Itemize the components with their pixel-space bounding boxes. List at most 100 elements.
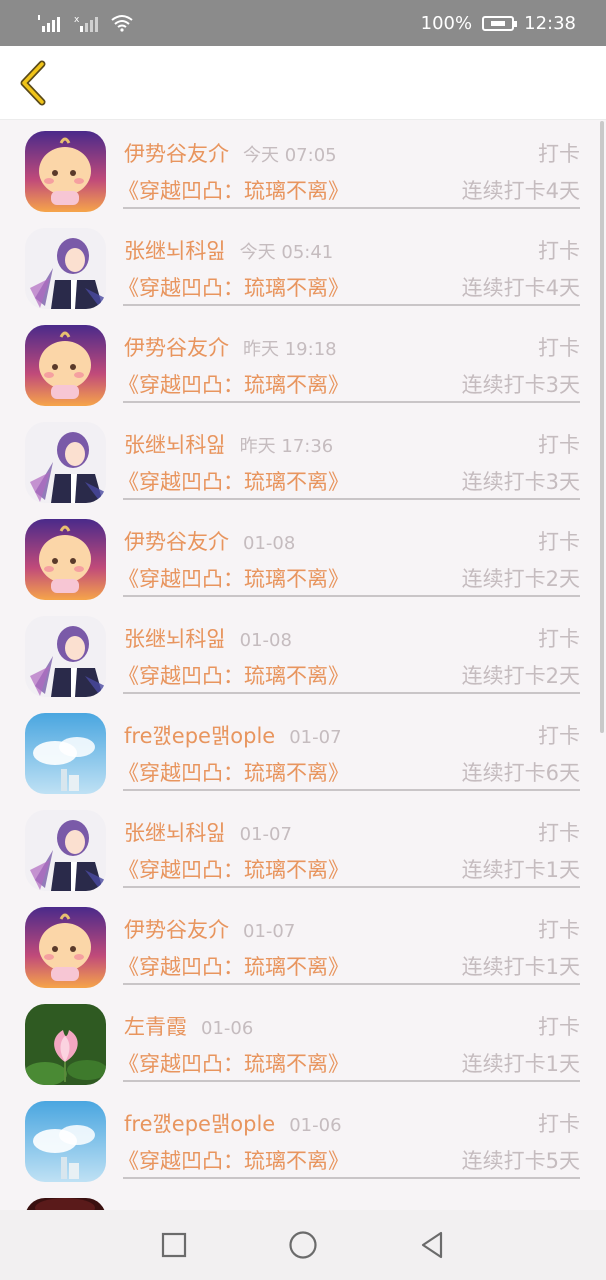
home-button[interactable] [283,1225,323,1265]
baby-avatar-icon [25,907,106,988]
wifi-icon [111,15,133,32]
back-arrow-icon[interactable] [14,58,54,108]
checkin-time: 01-06 [289,1115,342,1136]
lotus-avatar-icon [25,1004,106,1085]
square-icon [162,1232,187,1258]
checkin-label: 打卡 [538,336,580,360]
checkin-label: 打卡 [538,821,580,845]
recent-apps-button[interactable] [154,1225,194,1265]
streak-text: 连续打卡3天 [461,373,580,397]
anime-avatar-icon [25,422,106,503]
svg-text:x: x [74,15,80,25]
checkin-time: 01-06 [201,1018,254,1039]
dark-avatar-icon [25,1198,106,1210]
checkin-list[interactable]: 伊势谷友介 今天 07:05 打卡 《穿越凹凸：琉璃不离》 连续打卡4天 张继뇌科… [0,121,606,1210]
scrollbar[interactable] [600,121,604,733]
list-item[interactable]: 伊势谷友介 今天 07:05 打卡 《穿越凹凸：琉璃不离》 连续打卡4天 [0,121,606,218]
avatar[interactable] [25,228,106,309]
checkin-time: 今天 05:41 [239,242,334,263]
avatar[interactable] [25,713,106,794]
user-name: 张继뇌科잂 01-07 [124,821,292,845]
user-name: 伊势谷友介 昨天 19:18 [124,336,337,360]
user-name: 伊势谷友介 今天 07:05 [124,142,337,166]
checkin-label: 打卡 [538,433,580,457]
divider [123,983,580,985]
list-item[interactable]: 张继뇌科잂 昨天 17:36 打卡 《穿越凹凸：琉璃不离》 连续打卡3天 [0,412,606,509]
status-bar: x 100% 12:38 [0,0,606,46]
circle-icon [289,1231,317,1259]
checkin-time: 昨天 19:18 [243,339,337,360]
checkin-label: 打卡 [538,918,580,942]
checkin-time: 01-07 [243,921,296,942]
avatar[interactable] [25,907,106,988]
divider [123,595,580,597]
list-item[interactable]: 左青霞 01-06 打卡 《穿越凹凸：琉璃不离》 连续打卡1天 [0,994,606,1091]
avatar[interactable] [25,1101,106,1182]
divider [123,886,580,888]
divider [123,207,580,209]
sky-avatar-icon [25,1101,106,1182]
divider [123,498,580,500]
book-title[interactable]: 《穿越凹凸：琉璃不离》 [118,854,349,884]
list-item[interactable]: fre꺬epe맭ople 01-06 打卡 《穿越凹凸：琉璃不离》 连续打卡5天 [0,1091,606,1188]
list-item[interactable]: 张继뇌科잂 01-08 打卡 《穿越凹凸：琉璃不离》 连续打卡2天 [0,606,606,703]
streak-text: 连续打卡3天 [461,470,580,494]
avatar[interactable] [25,1004,106,1085]
book-title[interactable]: 《穿越凹凸：琉璃不离》 [118,951,349,981]
avatar[interactable] [25,810,106,891]
signal-2-icon: x [74,15,98,32]
list-item[interactable]: 伊势谷友介 昨天 19:18 打卡 《穿越凹凸：琉璃不离》 连续打卡3天 [0,315,606,412]
list-item[interactable]: 伊势谷友介 01-07 打卡 《穿越凹凸：琉璃不离》 连续打卡1天 [0,897,606,994]
anime-avatar-icon [25,228,106,309]
baby-avatar-icon [25,519,106,600]
clock: 12:38 [524,12,576,34]
streak-text: 连续打卡4天 [461,276,580,300]
checkin-label: 打卡 [538,530,580,554]
divider [123,401,580,403]
back-button[interactable] [412,1225,452,1265]
streak-text: 连续打卡6天 [461,761,580,785]
book-title[interactable]: 《穿越凹凸：琉璃不离》 [118,369,349,399]
avatar[interactable] [25,131,106,212]
list-item[interactable] [0,1188,606,1210]
baby-avatar-icon [25,131,106,212]
checkin-time: 01-08 [239,630,292,651]
book-title[interactable]: 《穿越凹凸：琉璃不离》 [118,1048,349,1078]
checkin-time: 昨天 17:36 [239,436,334,457]
status-icons-right: 100% 12:38 [421,13,576,34]
user-name: 张继뇌科잂 昨天 17:36 [124,433,334,457]
streak-text: 连续打卡1天 [461,1052,580,1076]
checkin-time: 今天 07:05 [243,145,337,166]
avatar[interactable] [25,422,106,503]
book-title[interactable]: 《穿越凹凸：琉璃不离》 [118,272,349,302]
book-title[interactable]: 《穿越凹凸：琉璃不离》 [118,563,349,593]
divider [123,304,580,306]
book-title[interactable]: 《穿越凹凸：琉璃不离》 [118,466,349,496]
user-name: 伊势谷友介 01-07 [124,918,296,942]
triangle-back-icon [421,1231,442,1259]
avatar[interactable] [25,1198,106,1210]
list-item[interactable]: 伊势谷友介 01-08 打卡 《穿越凹凸：琉璃不离》 连续打卡2天 [0,509,606,606]
user-name: fre꺬epe맭ople 01-06 [124,1112,342,1136]
book-title[interactable]: 《穿越凹凸：琉璃不离》 [118,660,349,690]
divider [123,1177,580,1179]
avatar[interactable] [25,519,106,600]
streak-text: 连续打卡1天 [461,858,580,882]
checkin-label: 打卡 [538,142,580,166]
checkin-time: 01-07 [239,824,292,845]
avatar[interactable] [25,325,106,406]
user-name: 张继뇌科잂 01-08 [124,627,292,651]
streak-text: 连续打卡1天 [461,955,580,979]
divider [123,1080,580,1082]
book-title[interactable]: 《穿越凹凸：琉璃不离》 [118,757,349,787]
streak-text: 连续打卡5天 [461,1149,580,1173]
anime-avatar-icon [25,810,106,891]
list-item[interactable]: 张继뇌科잂 今天 05:41 打卡 《穿越凹凸：琉璃不离》 连续打卡4天 [0,218,606,315]
checkin-label: 打卡 [538,1112,580,1136]
list-item[interactable]: 张继뇌科잂 01-07 打卡 《穿越凹凸：琉璃不离》 连续打卡1天 [0,800,606,897]
user-name: 伊势谷友介 01-08 [124,530,296,554]
book-title[interactable]: 《穿越凹凸：琉璃不离》 [118,175,349,205]
book-title[interactable]: 《穿越凹凸：琉璃不离》 [118,1145,349,1175]
avatar[interactable] [25,616,106,697]
list-item[interactable]: fre꺬epe맭ople 01-07 打卡 《穿越凹凸：琉璃不离》 连续打卡6天 [0,703,606,800]
